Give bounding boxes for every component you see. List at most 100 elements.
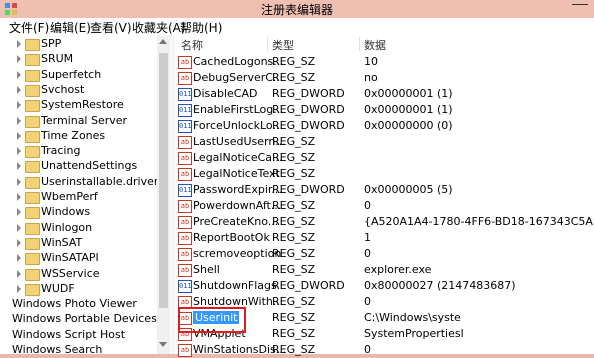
folder-icon <box>25 69 40 82</box>
expand-arrow-icon[interactable] <box>17 162 21 171</box>
expand-arrow-icon[interactable] <box>17 116 21 125</box>
value-row[interactable]: ab CachedLogons... REG_SZ 10 <box>175 54 594 70</box>
tree-item-label: Terminal Server <box>41 113 128 127</box>
scrollbar-thumb[interactable] <box>159 53 168 308</box>
expand-arrow-icon[interactable] <box>17 40 21 48</box>
value-data: 0x00000001 (1) <box>364 103 453 116</box>
value-row[interactable]: 011 PasswordExpir... REG_DWORD 0x00000005 (… <box>175 182 594 198</box>
window-title: 注册表编辑器 <box>260 3 333 17</box>
tree-item-winsatapi[interactable]: WinSATAPI <box>0 251 157 266</box>
tree-item-spp[interactable]: SPP <box>0 37 157 52</box>
value-name: ShutdownFlags <box>193 279 277 292</box>
menu-file[interactable]: 文件(F) <box>9 19 49 36</box>
string-value-icon: ab <box>178 200 192 213</box>
string-value-icon: ab <box>178 216 192 229</box>
column-header-data[interactable]: 数据 <box>364 37 386 55</box>
value-type: REG_SZ <box>272 327 316 340</box>
tree-item-userinstallable-drivers[interactable]: Userinstallable.drivers <box>0 175 164 190</box>
tree-item-winlogon[interactable]: Winlogon <box>0 221 157 236</box>
value-row[interactable]: ab LegalNoticeCa... REG_SZ <box>175 150 594 166</box>
value-row[interactable]: 011 ShutdownFlags REG_DWORD 0x80000027 (214… <box>175 278 594 294</box>
scroll-down-arrow-icon[interactable] <box>159 342 167 347</box>
expand-arrow-icon[interactable] <box>17 70 21 79</box>
value-name: DebugServerC... <box>193 71 284 84</box>
value-row[interactable]: ab LegalNoticeText REG_SZ <box>175 166 594 182</box>
tree-item-winsat[interactable]: WinSAT <box>0 236 157 251</box>
tree-item-wbemperf[interactable]: WbemPerf <box>0 190 157 205</box>
tree-item-windows[interactable]: Windows <box>0 205 157 220</box>
tree-item-label: Winlogon <box>41 220 93 234</box>
tree-item-systemrestore[interactable]: SystemRestore <box>0 98 157 113</box>
tree-scrollbar[interactable] <box>157 35 170 354</box>
tree-item-label: SPP <box>41 37 62 50</box>
tree-item-superfetch[interactable]: Superfetch <box>0 68 157 83</box>
tree-item-windows-script-host[interactable]: Windows Script Host <box>0 328 157 343</box>
value-data: 0x00000000 (0) <box>364 119 453 132</box>
value-type: REG_SZ <box>272 199 316 212</box>
tree-item-label: UnattendSettings <box>41 159 138 173</box>
expand-arrow-icon[interactable] <box>17 193 21 201</box>
value-name: LegalNoticeCa... <box>193 151 283 164</box>
expand-arrow-icon[interactable] <box>17 238 21 247</box>
expand-arrow-icon[interactable] <box>17 131 21 140</box>
expand-arrow-icon[interactable] <box>17 284 21 293</box>
value-row[interactable]: ab DebugServerC... REG_SZ no <box>175 70 594 86</box>
column-divider[interactable] <box>359 37 360 51</box>
value-name: LegalNoticeText <box>193 167 280 180</box>
value-row[interactable]: 011 DisableCAD REG_DWORD 0x00000001 (1) <box>175 86 594 102</box>
column-header-name[interactable]: 名称 <box>181 37 203 55</box>
value-row[interactable]: ab PowerdownAft... REG_SZ 0 <box>175 198 594 214</box>
value-row[interactable]: ab PreCreateKno... REG_SZ {A520A1A4-1780-4F… <box>175 214 594 230</box>
tree-item-label: SRUM <box>41 52 74 66</box>
expand-arrow-icon[interactable] <box>17 101 21 110</box>
value-name: CachedLogons... <box>193 55 284 68</box>
tree-item-windows-photo-viewer[interactable]: Windows Photo Viewer <box>0 297 157 312</box>
value-type: REG_DWORD <box>272 279 345 292</box>
expand-arrow-icon[interactable] <box>17 223 21 232</box>
value-row[interactable]: 011 EnableFirstLog... REG_DWORD 0x00000001 … <box>175 102 594 118</box>
expand-arrow-icon[interactable] <box>17 55 21 64</box>
expand-arrow-icon[interactable] <box>17 177 21 186</box>
tree-item-tracing[interactable]: Tracing <box>0 144 157 159</box>
value-data: explorer.exe <box>364 263 432 276</box>
string-value-icon: ab <box>178 232 192 245</box>
menu-view[interactable]: 查看(V) <box>90 19 132 36</box>
tree-item-label: Windows Photo Viewer <box>12 297 137 311</box>
value-row[interactable]: ab Shell REG_SZ explorer.exe <box>175 262 594 278</box>
tree-item-windows-search[interactable]: Windows Search <box>0 343 157 354</box>
folder-icon <box>25 130 40 143</box>
column-divider[interactable] <box>267 37 268 51</box>
string-value-icon: ab <box>178 168 192 181</box>
tree-item-label: Windows Portable Devices <box>12 312 157 326</box>
value-row[interactable]: ab scremoveoption REG_SZ 0 <box>175 246 594 262</box>
expand-arrow-icon[interactable] <box>17 254 21 263</box>
minimize-button[interactable] <box>572 4 588 8</box>
value-data: 0x80000027 (2147483687) <box>364 279 516 292</box>
scroll-up-arrow-icon[interactable] <box>159 39 167 44</box>
tree-item-unattendsettings[interactable]: UnattendSettings <box>0 159 157 174</box>
value-row[interactable]: ab WinStationsDis... REG_SZ 0 <box>175 342 594 358</box>
value-row[interactable]: ab ReportBootOk REG_SZ 1 <box>175 230 594 246</box>
tree-item-terminal-server[interactable]: Terminal Server <box>0 114 157 129</box>
tree-item-windows-portable-devices[interactable]: Windows Portable Devices <box>0 312 157 327</box>
tree-item-wsservice[interactable]: WSService <box>0 267 157 282</box>
tree-item-time-zones[interactable]: Time Zones <box>0 129 157 144</box>
value-name: PreCreateKno... <box>193 215 279 228</box>
value-name: DisableCAD <box>193 87 258 100</box>
value-row[interactable]: ab LastUsedUsern... REG_SZ <box>175 134 594 150</box>
menu-edit[interactable]: 编辑(E) <box>50 19 91 36</box>
tree-item-wudf[interactable]: WUDF <box>0 282 157 297</box>
column-header-type[interactable]: 类型 <box>272 37 294 55</box>
expand-arrow-icon[interactable] <box>17 208 21 217</box>
tree-item-label: Userinstallable.drivers <box>41 174 165 188</box>
value-name: EnableFirstLog... <box>193 103 284 116</box>
value-row[interactable]: 011 ForceUnlockLo... REG_DWORD 0x00000000 (… <box>175 118 594 134</box>
menu-help[interactable]: 帮助(H) <box>180 19 222 36</box>
tree-item-srum[interactable]: SRUM <box>0 52 157 67</box>
expand-arrow-icon[interactable] <box>17 85 21 94</box>
expand-arrow-icon[interactable] <box>17 269 21 278</box>
menu-favorites[interactable]: 收藏夹(A) <box>132 19 186 36</box>
tree-item-svchost[interactable]: Svchost <box>0 83 157 98</box>
value-type: REG_SZ <box>272 231 316 244</box>
expand-arrow-icon[interactable] <box>17 147 21 156</box>
